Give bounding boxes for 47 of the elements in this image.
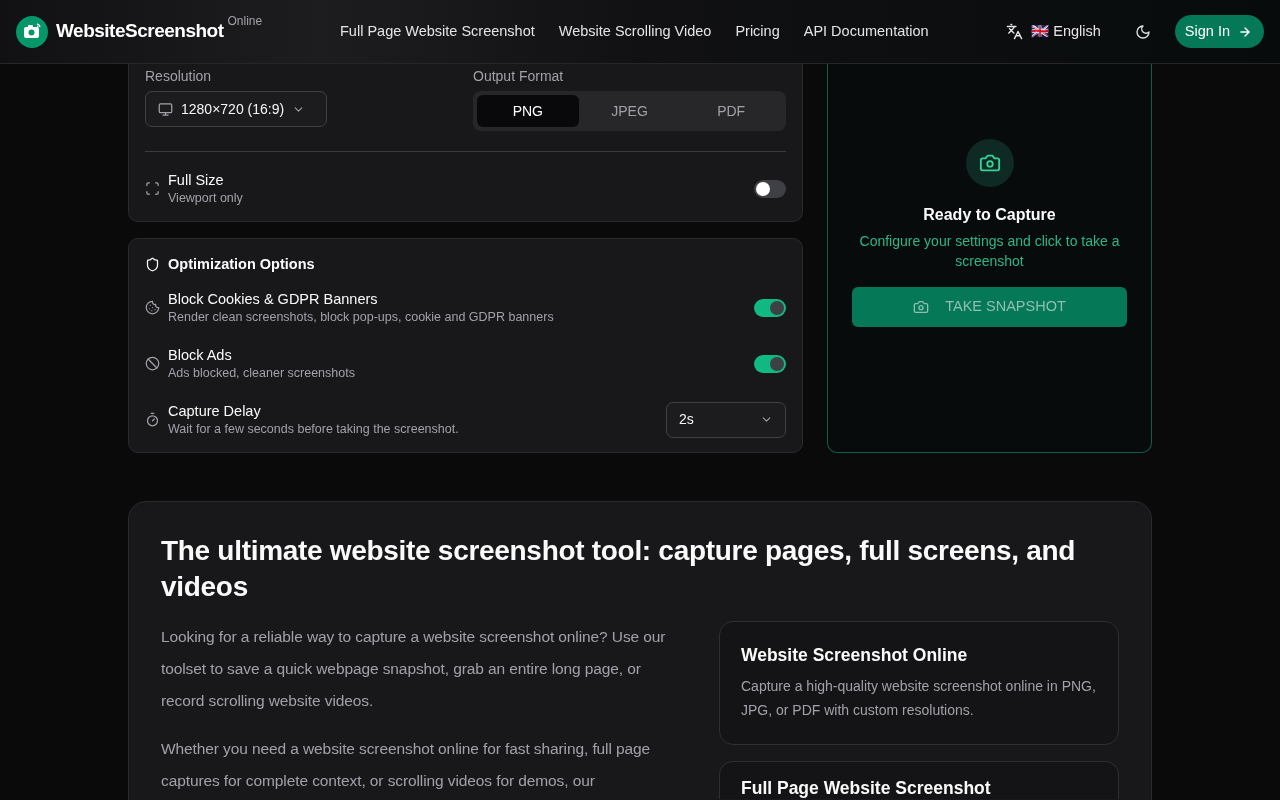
language-selector[interactable]: 🇬🇧 English [1031,20,1101,43]
moon-icon [1134,23,1151,40]
feature-description: Capture a high-quality website screenshot online in PNG, JPG, or PDF with custom resolutions. [741,677,1097,720]
feature-title: Full Page Website Screenshot [741,777,992,799]
toggle-switch[interactable] [754,179,786,198]
option-description: Ads blocked, cleaner screenshots [168,365,356,382]
cookie-icon [145,300,160,315]
preview-description: Configure your settings and click to take a screenshot [858,232,1121,271]
toggle-switch[interactable] [754,298,786,317]
feature-title: Website Screenshot Online [741,644,969,666]
option-description: Viewport only [168,190,244,207]
option-description: Wait for a few seconds before taking the screenshot. [168,421,460,438]
fullscreen-icon [145,181,160,196]
camera-icon [978,152,1001,174]
preview-title: Ready to Capture [923,205,1056,225]
timer-icon [145,412,160,427]
nav-link[interactable]: Pricing [735,20,780,43]
brand-tag: Online [227,11,263,30]
arrow-right-icon [1238,24,1252,39]
brand-name[interactable]: WebsiteScreenshot [56,17,224,46]
ban-icon [145,356,160,371]
delay-select[interactable]: 2s [666,401,786,438]
translate-icon [1006,23,1024,40]
monitor-icon [158,101,173,117]
intro-paragraph: Whether you need a website screenshot online for fast sharing, full page captures for complete context, or scrolling videos for demos, our [161,739,652,791]
logo-icon [16,15,48,48]
option-title: Block Ads [168,346,233,365]
intro-paragraph: Looking for a reliable way to capture a website screenshot online? Use our toolset to save a quick webpage snapshot, grab an entire long page, or record scrolling website videos. [161,627,667,711]
option-title: Capture Delay [168,402,262,421]
sign-in-button[interactable]: Sign In [1174,15,1264,48]
camera-icon [913,299,930,315]
toggle-switch[interactable] [754,354,786,373]
section-title: Optimization Options [168,255,315,274]
resolution-select[interactable]: 1280×720 (16:9) [145,91,327,127]
option-title: Full Size [168,171,225,190]
nav-link[interactable]: Website Scrolling Video [558,20,712,43]
format-option[interactable]: JPEG [578,95,681,127]
field-label: Output Format [473,67,565,86]
field-label: Resolution [145,67,213,86]
nav-link[interactable]: Full Page Website Screenshot [340,20,535,43]
option-description: Render clean screenshots, block pop-ups, cookie and GDPR banners [168,309,555,326]
page-heading: The ultimate website screenshot tool: capture pages, full screens, and videos [161,534,1077,604]
format-option[interactable]: PNG [477,95,579,127]
shield-icon [145,256,160,272]
nav-link[interactable]: API Documentation [803,20,929,43]
format-option[interactable]: PDF [680,95,782,127]
option-title: Block Cookies & GDPR Banners [168,290,379,309]
